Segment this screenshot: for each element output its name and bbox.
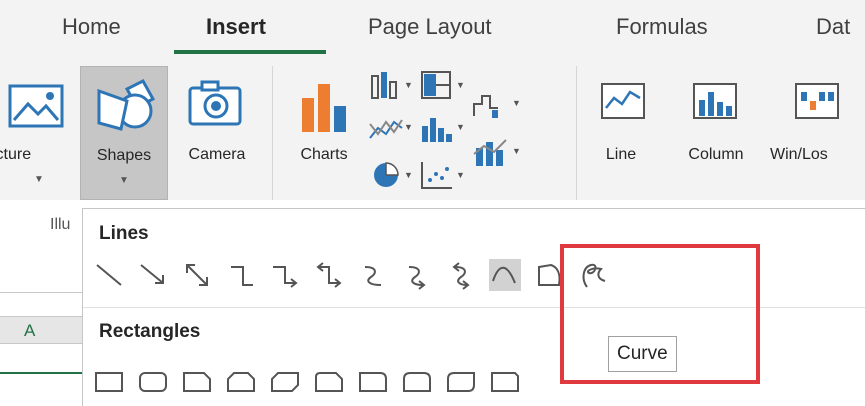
picture-label: icture: [0, 146, 32, 163]
ribbon-group-label: Illu: [50, 216, 71, 233]
charts-button[interactable]: Charts: [282, 66, 366, 166]
sparkline-line-button[interactable]: Line: [588, 66, 654, 166]
sparkline-winloss-label: Win/Los: [770, 146, 828, 163]
curved-arrow-shape-icon[interactable]: [401, 259, 433, 291]
double-arrow-shape-icon[interactable]: [181, 259, 213, 291]
tab-home[interactable]: Home: [62, 14, 121, 40]
lines-section-title: Lines: [99, 223, 149, 244]
snip-corner-rectangle-shape-icon[interactable]: [181, 365, 213, 397]
curve-shape-icon[interactable]: [489, 259, 521, 291]
hierarchy-chart-icon[interactable]: [420, 70, 454, 100]
charts-label: Charts: [300, 146, 348, 163]
ribbon-separator: [576, 66, 577, 200]
camera-button[interactable]: Camera: [172, 66, 262, 166]
rectangle-variant-shape-icon[interactable]: [489, 365, 521, 397]
column-header-a-label: A: [24, 321, 36, 340]
sparkline-winloss-button[interactable]: Win/Los: [770, 66, 865, 166]
statistic-chart-icon[interactable]: [420, 114, 454, 144]
snip-diagonal-rectangle-shape-icon[interactable]: [269, 365, 301, 397]
rounded-rectangle-shape-icon[interactable]: [137, 365, 169, 397]
chevron-down-icon: ▼: [456, 170, 465, 180]
ribbon-tab-bar: Home Insert Page Layout Formulas Dat: [0, 0, 865, 58]
shapes-button[interactable]: Shapes ▼: [80, 66, 168, 200]
sparkline-column-button[interactable]: Column: [670, 66, 762, 166]
line-shape-icon[interactable]: [93, 259, 125, 291]
curve-tooltip: Curve: [608, 336, 677, 372]
chevron-down-icon: ▼: [34, 174, 44, 185]
column-chart-icon[interactable]: [370, 70, 404, 100]
charts-icon: [302, 84, 346, 132]
shapes-icon: [97, 79, 156, 131]
round-same-side-rectangle-shape-icon[interactable]: [401, 365, 433, 397]
chevron-down-icon: ▼: [512, 146, 521, 156]
tab-data[interactable]: Dat: [816, 14, 850, 40]
elbow-connector-shape-icon[interactable]: [225, 259, 257, 291]
ribbon-separator: [272, 66, 273, 200]
elbow-arrow-shape-icon[interactable]: [269, 259, 301, 291]
line-sparkline-icon: [601, 83, 645, 119]
tab-formulas[interactable]: Formulas: [616, 14, 708, 40]
chevron-down-icon: ▼: [404, 80, 413, 90]
curved-connector-shape-icon[interactable]: [357, 259, 389, 291]
pie-chart-icon[interactable]: [370, 160, 404, 190]
line-arrow-shape-icon[interactable]: [137, 259, 169, 291]
chevron-down-icon: ▼: [119, 175, 129, 186]
snip-round-rectangle-shape-icon[interactable]: [313, 365, 345, 397]
selected-cell-border: [0, 372, 82, 374]
picture-icon: [8, 84, 64, 128]
chevron-down-icon: ▼: [404, 170, 413, 180]
line-chart-icon[interactable]: [368, 114, 404, 144]
camera-label: Camera: [188, 146, 246, 163]
elbow-double-arrow-shape-icon[interactable]: [313, 259, 345, 291]
scatter-chart-icon[interactable]: [420, 160, 454, 190]
column-sparkline-icon: [693, 83, 737, 119]
tab-insert[interactable]: Insert: [206, 14, 266, 40]
tab-page-layout[interactable]: Page Layout: [368, 14, 492, 40]
shapes-label: Shapes: [96, 147, 152, 164]
curved-double-arrow-shape-icon[interactable]: [445, 259, 477, 291]
rectangle-shape-icon[interactable]: [93, 365, 125, 397]
round-diagonal-rectangle-shape-icon[interactable]: [445, 365, 477, 397]
combo-chart-icon[interactable]: [472, 136, 510, 168]
chevron-down-icon: ▼: [456, 80, 465, 90]
snip-same-side-rectangle-shape-icon[interactable]: [225, 365, 257, 397]
camera-icon: [188, 80, 242, 126]
sparkline-column-label: Column: [688, 146, 744, 163]
round-single-corner-rectangle-shape-icon[interactable]: [357, 365, 389, 397]
chevron-down-icon: ▼: [512, 98, 521, 108]
rectangles-section-title: Rectangles: [99, 321, 201, 342]
winloss-sparkline-icon: [795, 83, 839, 119]
sparkline-line-label: Line: [605, 146, 637, 163]
active-tab-indicator: [174, 50, 326, 54]
chevron-down-icon: ▼: [404, 122, 413, 132]
formula-bar-border: [0, 292, 82, 293]
chevron-down-icon: ▼: [456, 122, 465, 132]
picture-button[interactable]: icture ▼: [0, 66, 78, 200]
waterfall-chart-icon[interactable]: [470, 88, 510, 120]
column-header-a[interactable]: A: [0, 316, 82, 344]
